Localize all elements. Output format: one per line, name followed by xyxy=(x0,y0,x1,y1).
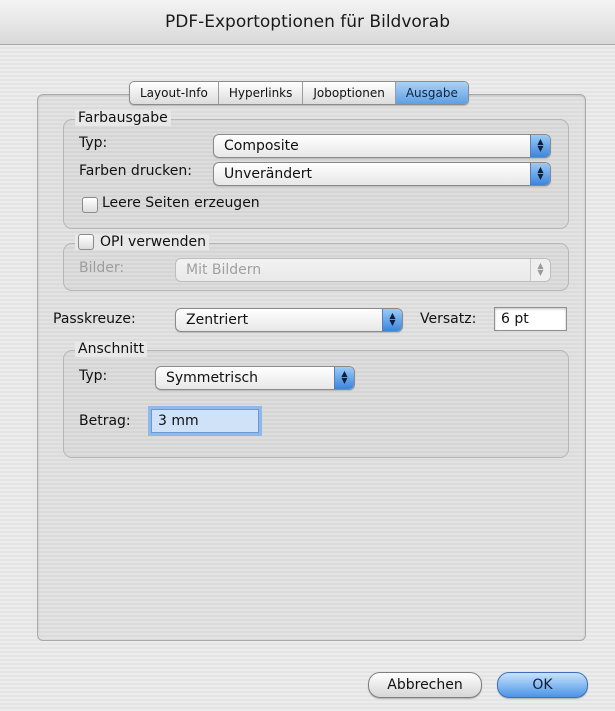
window-title-bar: PDF-Exportoptionen für Bildvorab xyxy=(0,0,615,45)
tab-hyperlinks[interactable]: Hyperlinks xyxy=(219,82,304,104)
popup-arrows-icon: ▲ ▼ xyxy=(530,259,550,281)
anschnitt-typ-label: Typ: xyxy=(79,368,108,384)
passkreuze-label: Passkreuze: xyxy=(53,311,136,327)
cancel-button[interactable]: Abbrechen xyxy=(368,672,482,698)
tab-layout-info[interactable]: Layout-Info xyxy=(130,82,219,104)
opi-checkbox[interactable] xyxy=(78,234,94,250)
ok-button[interactable]: OK xyxy=(497,672,588,698)
tab-joboptionen[interactable]: Joboptionen xyxy=(303,82,396,104)
opi-bilder-label: Bilder: xyxy=(79,260,125,276)
versatz-label: Versatz: xyxy=(420,311,477,327)
tab-bar: Layout-Info Hyperlinks Joboptionen Ausga… xyxy=(129,81,469,105)
tab-ausgabe[interactable]: Ausgabe xyxy=(395,82,468,104)
passkreuze-popup[interactable]: Zentriert ▲ ▼ xyxy=(175,308,403,332)
farben-drucken-value: Unverändert xyxy=(224,166,312,182)
anschnitt-typ-value: Symmetrisch xyxy=(166,370,259,386)
opi-bilder-popup[interactable]: Mit Bildern ▲ ▼ xyxy=(175,258,551,282)
leere-seiten-checkbox[interactable] xyxy=(82,197,98,213)
farben-drucken-popup[interactable]: Unverändert ▲ ▼ xyxy=(213,162,551,186)
passkreuze-value: Zentriert xyxy=(186,312,249,328)
anschnitt-legend: Anschnitt xyxy=(75,341,148,357)
versatz-field[interactable] xyxy=(494,307,567,331)
opi-bilder-value: Mit Bildern xyxy=(186,262,262,278)
betrag-input[interactable] xyxy=(152,410,258,432)
opi-legend: OPI verwenden xyxy=(100,234,207,250)
farbausgabe-typ-popup[interactable]: Composite ▲ ▼ xyxy=(213,134,551,158)
farbausgabe-legend: Farbausgabe xyxy=(75,110,171,126)
popup-arrows-icon: ▲ ▼ xyxy=(334,367,354,389)
betrag-label: Betrag: xyxy=(79,413,131,429)
opi-legend-wrap: OPI verwenden xyxy=(75,234,210,250)
versatz-input[interactable] xyxy=(495,308,566,330)
popup-arrows-icon: ▲ ▼ xyxy=(530,163,550,185)
betrag-field[interactable] xyxy=(151,409,259,433)
farben-drucken-label: Farben drucken: xyxy=(79,163,192,179)
popup-arrows-icon: ▲ ▼ xyxy=(382,309,402,331)
farbausgabe-typ-label: Typ: xyxy=(79,135,108,151)
window-title: PDF-Exportoptionen für Bildvorab xyxy=(164,12,450,32)
anschnitt-typ-popup[interactable]: Symmetrisch ▲ ▼ xyxy=(155,366,355,390)
popup-arrows-icon: ▲ ▼ xyxy=(530,135,550,157)
farbausgabe-typ-value: Composite xyxy=(224,138,299,154)
leere-seiten-label: Leere Seiten erzeugen xyxy=(102,195,260,211)
